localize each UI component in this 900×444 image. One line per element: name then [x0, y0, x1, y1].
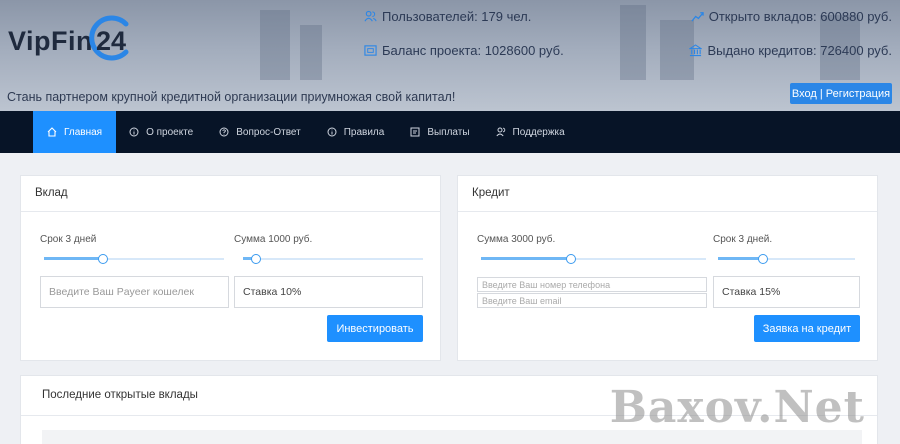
stat-balance-text: Баланс проекта: 1028600 руб.: [382, 43, 564, 58]
credit-amount-slider[interactable]: [481, 254, 706, 264]
stat-users: Пользователей: 179 чел.: [364, 9, 531, 24]
deposit-term-label: Срок 3 дней: [40, 234, 97, 245]
stat-deposits-open: Открыто вкладов: 600880 руб.: [691, 9, 892, 24]
login-register-button[interactable]: Вход | Регистрация: [790, 83, 892, 104]
credit-term-label: Срок 3 дней.: [713, 234, 773, 245]
stat-users-text: Пользователей: 179 чел.: [382, 9, 532, 24]
deposit-card-title: Вклад: [21, 176, 440, 212]
nav-home-label: Главная: [64, 126, 103, 138]
brand-number: 24: [96, 26, 127, 56]
home-icon: [47, 127, 57, 137]
wallet-icon: [364, 45, 377, 56]
brand-name: VipFin: [8, 26, 94, 56]
main-nav: Главная О проекте Вопрос-Ответ Правила В…: [0, 111, 900, 153]
deposit-amount-slider[interactable]: [243, 254, 423, 264]
slider-thumb[interactable]: [98, 254, 109, 264]
brand-logo[interactable]: VipFin 24: [8, 14, 138, 70]
bank-icon: [689, 44, 703, 57]
credit-term-slider[interactable]: [718, 254, 855, 264]
invest-button[interactable]: Инвестировать: [327, 315, 423, 342]
slider-thumb[interactable]: [566, 254, 576, 264]
trend-up-icon: [691, 12, 704, 22]
deposit-card: Вклад Срок 3 дней Сумма 1000 руб. Введит…: [20, 175, 441, 361]
slider-thumb[interactable]: [758, 254, 769, 264]
users-icon: [364, 10, 377, 22]
site-header: VipFin 24 Пользователей: 179 чел. Баланс…: [0, 0, 900, 111]
payout-icon: [410, 127, 420, 137]
nav-support[interactable]: Поддержка: [483, 111, 578, 153]
nav-faq-label: Вопрос-Ответ: [236, 126, 301, 138]
credit-apply-button[interactable]: Заявка на кредит: [754, 315, 860, 342]
watermark-logo: Baxov.Net: [609, 382, 865, 433]
stat-deposits-open-text: Открыто вкладов: 600880 руб.: [708, 9, 892, 24]
tagline: Стань партнером крупной кредитной органи…: [7, 90, 456, 104]
credit-card-title: Кредит: [458, 176, 877, 212]
nav-about-label: О проекте: [146, 126, 194, 138]
nav-support-label: Поддержка: [512, 126, 565, 138]
nav-rules[interactable]: Правила: [314, 111, 398, 153]
deposit-term-slider[interactable]: [44, 254, 224, 264]
nav-about[interactable]: О проекте: [116, 111, 206, 153]
stat-credits-issued-text: Выдано кредитов: 726400 руб.: [707, 43, 892, 58]
info-icon: [327, 127, 337, 137]
credit-rate-field: Ставка 15%: [713, 276, 860, 308]
info-icon: [129, 127, 139, 137]
nav-home[interactable]: Главная: [33, 111, 117, 153]
stat-balance: Баланс проекта: 1028600 руб.: [364, 43, 564, 58]
credit-amount-label: Сумма 3000 руб.: [477, 234, 556, 245]
credit-card: Кредит Сумма 3000 руб. Срок 3 дней. Введ…: [457, 175, 878, 361]
nav-payouts-label: Выплаты: [427, 126, 470, 138]
email-input[interactable]: Введите Ваш email: [477, 293, 707, 308]
payeer-wallet-input[interactable]: Введите Ваш Payeer кошелек: [40, 276, 229, 308]
phone-input[interactable]: Введите Ваш номер телефона: [477, 277, 707, 292]
question-icon: [219, 127, 229, 137]
deposit-amount-label: Сумма 1000 руб.: [234, 234, 313, 245]
deposit-rate-field: Ставка 10%: [234, 276, 423, 308]
nav-payouts[interactable]: Выплаты: [397, 111, 482, 153]
nav-faq[interactable]: Вопрос-Ответ: [206, 111, 313, 153]
stat-credits-issued: Выдано кредитов: 726400 руб.: [689, 43, 892, 58]
support-icon: [495, 127, 505, 137]
nav-rules-label: Правила: [343, 126, 385, 138]
slider-thumb[interactable]: [250, 254, 261, 264]
